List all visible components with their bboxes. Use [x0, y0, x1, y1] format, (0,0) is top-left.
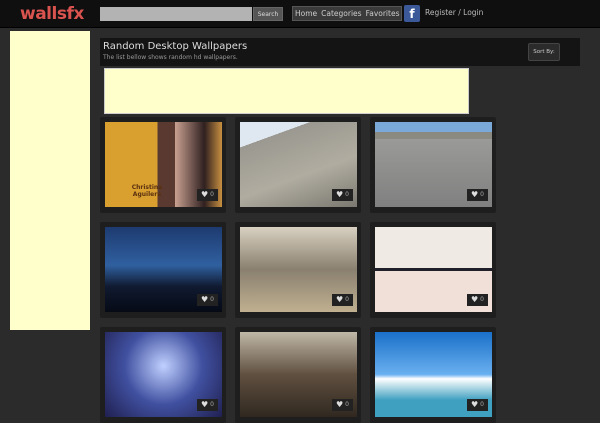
heart-icon: ♥ — [336, 400, 344, 409]
wallpaper-thumbnail[interactable]: ♥ 0 — [240, 332, 357, 417]
wallpaper-card[interactable]: ♥ 0 — [100, 222, 226, 318]
facebook-icon[interactable]: f — [404, 5, 420, 22]
logo[interactable]: wallsfx — [20, 4, 84, 24]
like-button[interactable]: ♥ 0 — [467, 189, 488, 201]
like-button[interactable]: ♥ 0 — [197, 189, 218, 201]
wallpaper-card[interactable]: ♥ 0 — [100, 327, 226, 423]
page-header: Random Desktop Wallpapers The list bello… — [100, 38, 580, 66]
heart-icon: ♥ — [471, 190, 479, 199]
wallpaper-card[interactable]: Christina Aguilera ♥ 0 — [100, 117, 226, 213]
wallpaper-thumbnail[interactable]: ♥ 0 — [105, 332, 222, 417]
wallpaper-card[interactable]: ♥ 0 — [235, 222, 361, 318]
like-count: 0 — [210, 191, 214, 198]
top-bar: wallsfx Search Home Categories Favorites… — [0, 0, 600, 28]
wallpaper-thumbnail[interactable]: ♥ 0 — [240, 122, 357, 207]
wallpaper-card[interactable]: ♥ 0 — [370, 117, 496, 213]
like-count: 0 — [210, 401, 214, 408]
wallpaper-card[interactable]: ♥ 0 — [235, 327, 361, 423]
wallpaper-thumbnail[interactable]: ♥ 0 — [375, 122, 492, 207]
nav-favorites[interactable]: Favorites — [364, 7, 402, 20]
wallpaper-card[interactable]: ♥ 0 — [370, 222, 496, 318]
like-count: 0 — [480, 296, 484, 303]
nav-categories[interactable]: Categories — [319, 7, 363, 20]
like-button[interactable]: ♥ 0 — [197, 294, 218, 306]
thumbnail-caption: Christina Aguilera — [131, 184, 163, 198]
heart-icon: ♥ — [201, 295, 209, 304]
like-button[interactable]: ♥ 0 — [332, 399, 353, 411]
nav-home[interactable]: Home — [293, 7, 319, 20]
wallpaper-thumbnail[interactable]: Christina Aguilera ♥ 0 — [105, 122, 222, 207]
wallpaper-thumbnail[interactable]: ♥ 0 — [240, 227, 357, 312]
like-count: 0 — [345, 191, 349, 198]
wallpaper-thumbnail[interactable]: ♥ 0 — [375, 332, 492, 417]
wallpaper-thumbnail[interactable]: ♥ 0 — [105, 227, 222, 312]
wallpaper-thumbnail[interactable]: ♥ 0 — [375, 227, 492, 312]
register-login-link[interactable]: Register / Login — [425, 8, 483, 17]
page-title: Random Desktop Wallpapers — [103, 41, 248, 52]
like-count: 0 — [480, 191, 484, 198]
search-input[interactable] — [100, 7, 252, 21]
search-button[interactable]: Search — [253, 7, 283, 21]
like-button[interactable]: ♥ 0 — [332, 294, 353, 306]
like-count: 0 — [480, 401, 484, 408]
heart-icon: ♥ — [201, 190, 209, 199]
like-count: 0 — [345, 401, 349, 408]
wallpaper-card[interactable]: ♥ 0 — [235, 117, 361, 213]
heart-icon: ♥ — [471, 400, 479, 409]
page-subtitle: The list bellow shows random hd wallpape… — [103, 54, 238, 61]
wallpaper-card[interactable]: ♥ 0 — [370, 327, 496, 423]
left-ad-banner[interactable] — [10, 31, 90, 330]
main-nav: Home Categories Favorites — [292, 6, 403, 21]
like-button[interactable]: ♥ 0 — [197, 399, 218, 411]
like-button[interactable]: ♥ 0 — [467, 294, 488, 306]
like-button[interactable]: ♥ 0 — [467, 399, 488, 411]
like-count: 0 — [210, 296, 214, 303]
heart-icon: ♥ — [336, 295, 344, 304]
top-ad-banner[interactable] — [104, 68, 469, 114]
heart-icon: ♥ — [201, 400, 209, 409]
heart-icon: ♥ — [336, 190, 344, 199]
heart-icon: ♥ — [471, 295, 479, 304]
like-button[interactable]: ♥ 0 — [332, 189, 353, 201]
like-count: 0 — [345, 296, 349, 303]
sort-by-button[interactable]: Sort By: — [528, 43, 560, 61]
